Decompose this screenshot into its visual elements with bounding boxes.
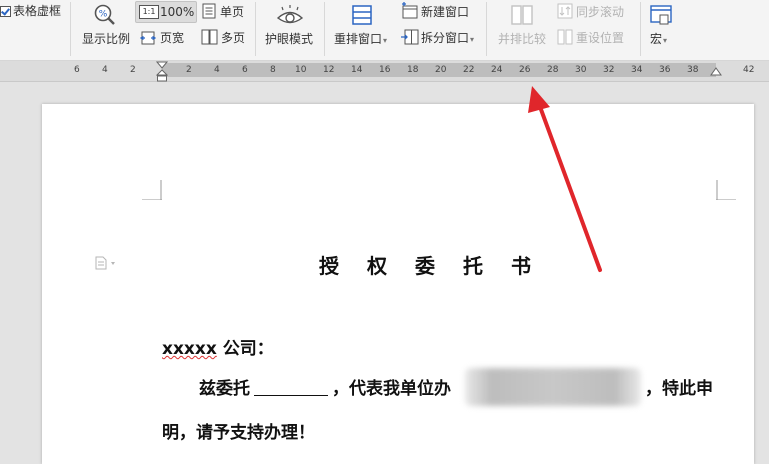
rearrange-windows-label: 重排窗口 [334,32,383,46]
ruler-tick: 12 [323,65,335,75]
page-width-icon [140,31,156,45]
salutation-company-placeholder: xxxxx [162,339,217,359]
ribbon-toolbar: 表格虚框 % 显示比例 1:1 100% 页宽 单页 多页 护眼模式 重排窗口▾… [0,0,769,61]
side-by-side-label: 并排比较 [498,32,547,46]
split-window-button[interactable]: 拆分窗口▾ [400,28,480,48]
body-line-1-end: ，特此申 [645,379,713,399]
reset-position-icon [557,29,573,45]
ruler-tick: 4 [102,65,108,75]
svg-text:%: % [99,10,108,20]
ruler-tick: 34 [631,65,643,75]
crop-mark-top-left [142,180,162,200]
rearrange-windows-icon [352,5,372,25]
multi-page-icon [201,29,218,45]
ruler-tick: 26 [519,65,531,75]
ribbon-separator [324,2,325,56]
side-by-side-icon [511,5,533,25]
ruler-tick: 42 [743,65,755,75]
body-line-1-start: 兹委托 [199,379,250,399]
eye-icon [276,5,304,24]
chevron-down-icon: ▾ [470,35,475,44]
body-line-1: 兹委托 ，代表我单位办 [199,378,451,400]
macro-window-icon [650,5,672,25]
ruler-tick: 6 [74,65,80,75]
ribbon-separator [486,2,487,56]
new-window-icon [402,2,418,19]
sync-scroll-icon [557,3,573,19]
name-blank-field[interactable] [254,379,328,396]
ruler-tick: 32 [603,65,615,75]
indent-marker-icon[interactable] [156,61,168,83]
sync-scroll-label: 同步滚动 [576,5,625,19]
ribbon-separator [70,2,71,56]
ruler-tick: 10 [295,65,307,75]
sync-scroll-button[interactable]: 同步滚动 [556,2,630,22]
chevron-down-icon: ▾ [383,36,388,45]
ruler-tick: 6 [242,65,248,75]
document-page[interactable] [42,104,754,464]
ribbon-separator [255,2,256,56]
salutation-suffix: 公司： [216,339,274,359]
chevron-down-icon: ▾ [663,36,668,45]
magnifier-percent-icon: % [94,4,115,25]
zoom-value: 100% [160,5,195,19]
ruler-tick: 24 [491,65,503,75]
rearrange-windows-button[interactable]: 重排窗口▾ [332,0,396,58]
ruler-tick: 38 [687,65,699,75]
body-line-2: 明，请予支持办理！ [162,423,315,443]
multi-page-button[interactable]: 多页 [200,28,252,48]
ruler-tick: 22 [463,65,475,75]
ruler-tick: 4 [214,65,220,75]
page-width-button[interactable]: 页宽 [138,28,190,48]
eye-protection-label: 护眼模式 [265,32,314,46]
blurred-redaction [465,368,641,406]
split-window-icon [401,29,419,45]
ruler-tick: 2 [186,65,192,75]
page-width-label: 页宽 [160,31,185,45]
ruler-tick: 20 [435,65,447,75]
ruler-tick: 30 [575,65,587,75]
ruler-tick: 14 [351,65,363,75]
horizontal-ruler[interactable]: 6 4 2 2 4 6 8 10 12 14 16 18 20 22 24 26… [0,61,769,82]
new-window-label: 新建窗口 [421,5,470,19]
crop-mark-top-right [716,180,736,200]
table-gridlines-label: 表格虚框 [13,4,62,18]
right-indent-marker-icon[interactable] [710,67,722,77]
zoom-1to1-icon: 1:1 [139,5,159,19]
zoom-label: 显示比例 [82,32,131,46]
table-gridlines-checkbox[interactable]: 表格虚框 [0,2,64,20]
ruler-tick: 18 [407,65,419,75]
zoom-button[interactable]: % 显示比例 [80,0,132,58]
single-page-label: 单页 [220,5,245,19]
reset-position-label: 重设位置 [576,31,625,45]
eye-protection-button[interactable]: 护眼模式 [262,0,318,58]
ruler-tick: 2 [130,65,136,75]
reset-position-button[interactable]: 重设位置 [556,28,630,48]
red-arrow-annotation [528,86,602,272]
macro-label: 宏 [650,32,663,46]
checkbox-checked-icon [0,6,11,17]
split-window-label: 拆分窗口 [421,31,470,45]
paragraph-layout-icon[interactable] [95,256,123,270]
ribbon-separator [640,2,641,56]
body-line-1-middle: ，代表我单位办 [332,379,451,399]
salutation-line: xxxxx 公司： [162,338,274,360]
side-by-side-button[interactable]: 并排比较 [494,0,554,58]
multi-page-label: 多页 [221,31,246,45]
zoom-100-button[interactable]: 1:1 100% [135,1,197,23]
ruler-tick: 36 [659,65,671,75]
ruler-tick: 16 [379,65,391,75]
ruler-tick: 28 [547,65,559,75]
new-window-button[interactable]: 新建窗口 [400,2,474,22]
single-page-icon [202,3,216,19]
single-page-button[interactable]: 单页 [200,2,252,22]
ruler-tick: 8 [270,65,276,75]
macro-button[interactable]: 宏▾ [646,0,680,58]
